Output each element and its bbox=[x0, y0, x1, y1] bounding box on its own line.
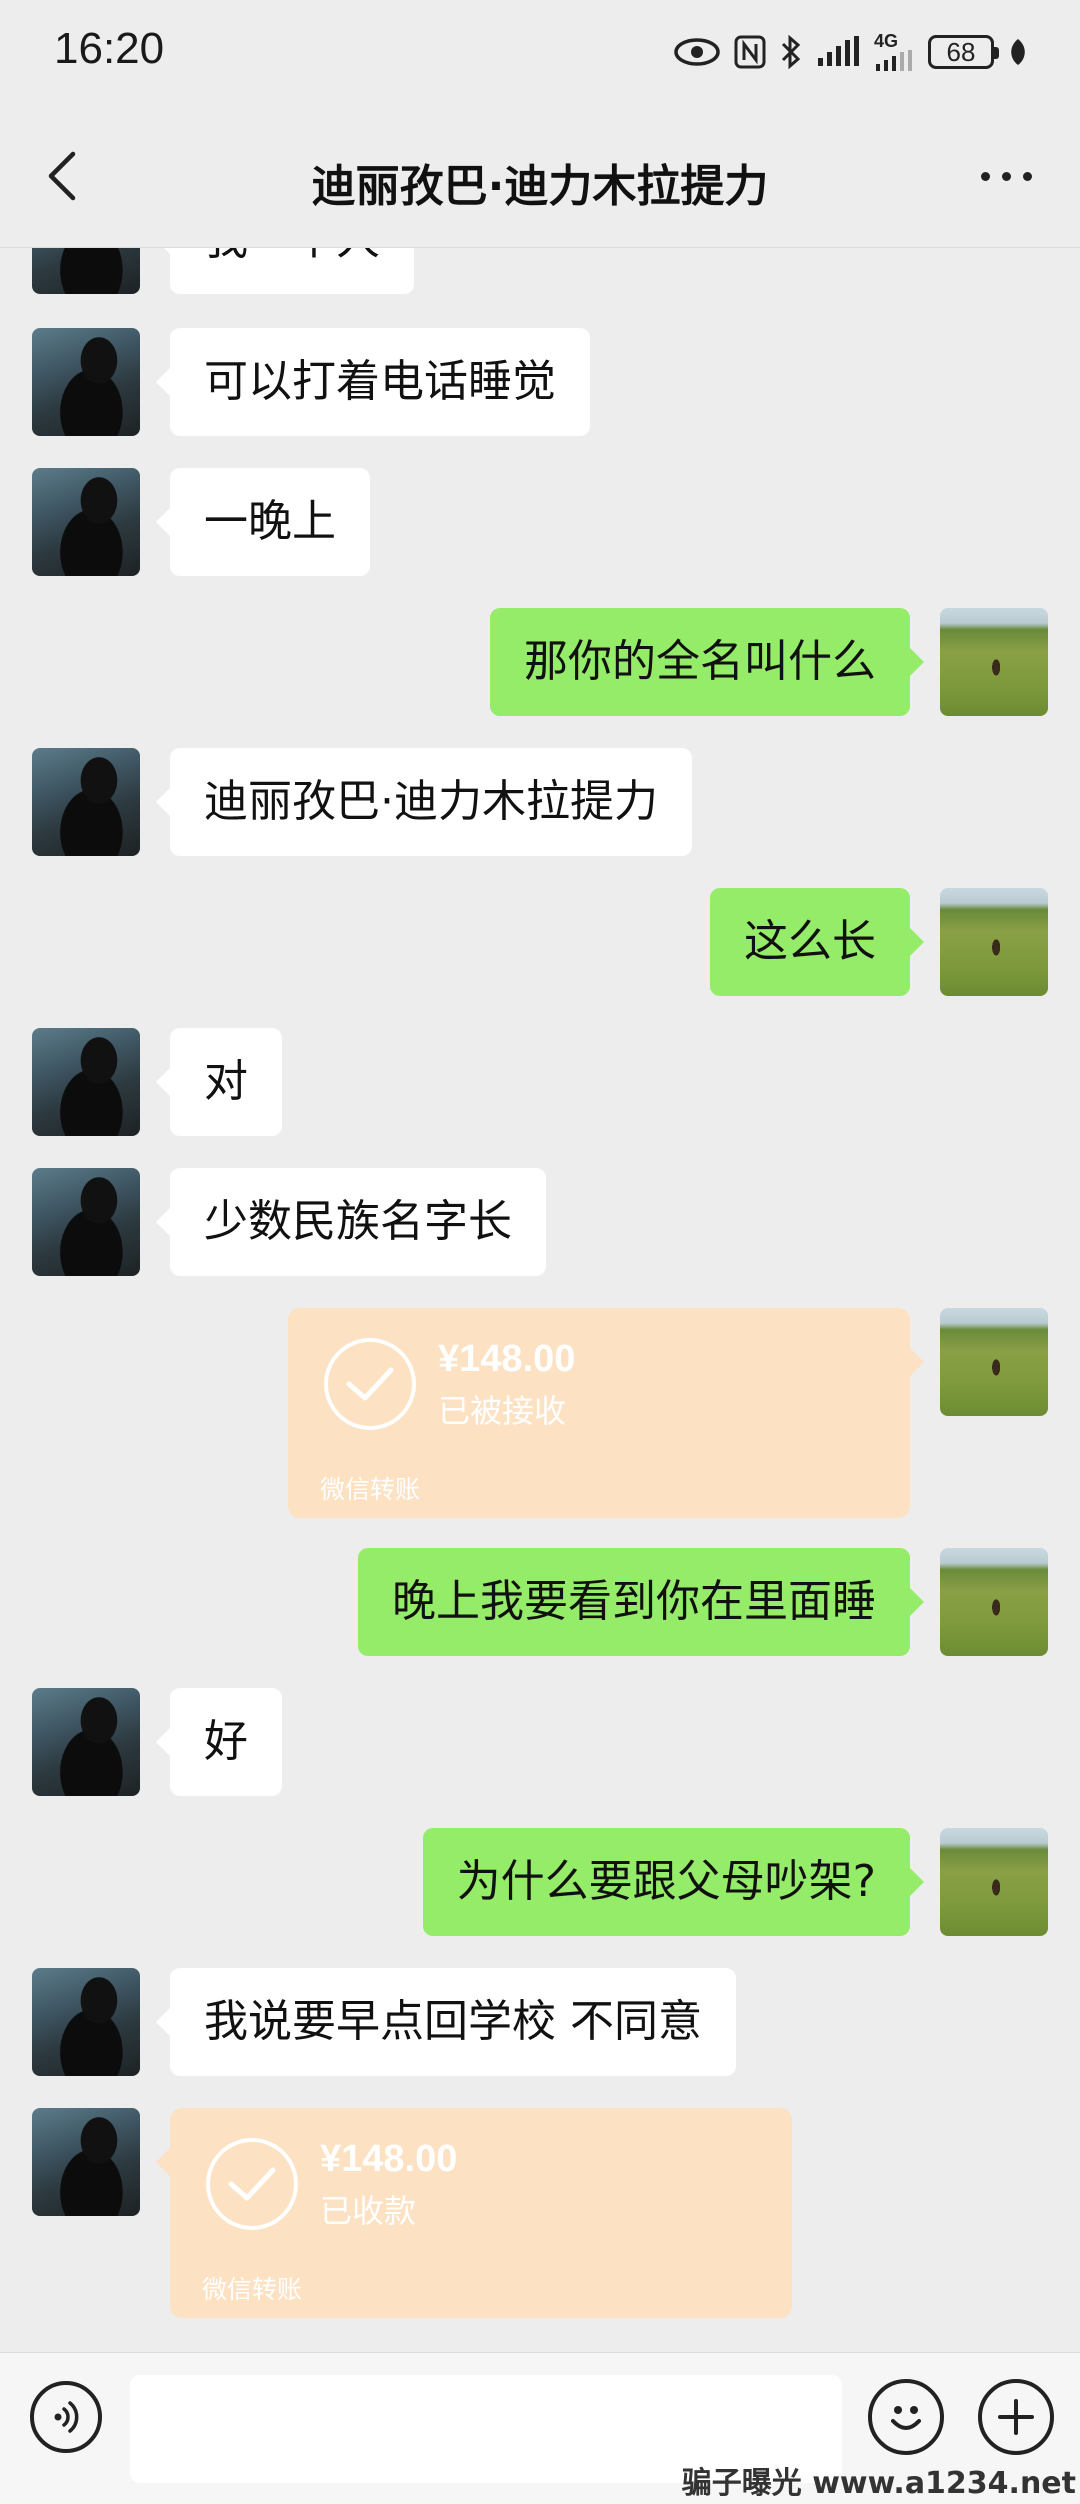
message-bubble[interactable]: 我一个人 bbox=[156, 248, 414, 294]
transfer-card[interactable]: ¥148.00 已收款 微信转账 bbox=[156, 2108, 792, 2318]
plus-icon bbox=[998, 2399, 1034, 2435]
message-bubble[interactable]: 好 bbox=[156, 1688, 282, 1796]
self-avatar[interactable] bbox=[940, 888, 1048, 996]
contact-avatar[interactable] bbox=[32, 1688, 140, 1796]
message-bubble[interactable]: 对 bbox=[156, 1028, 282, 1136]
network-label: 4G bbox=[874, 31, 899, 51]
message-bubble[interactable]: 迪丽孜巴·迪力木拉提力 bbox=[156, 748, 692, 856]
self-avatar[interactable] bbox=[940, 608, 1048, 716]
transfer-status: 已收款 bbox=[320, 2192, 417, 2230]
more-dots-icon bbox=[980, 171, 990, 181]
contact-avatar[interactable] bbox=[32, 328, 140, 436]
chat-title: 迪丽孜巴·迪力木拉提力 bbox=[311, 161, 769, 212]
battery-level: 68 bbox=[946, 36, 976, 67]
message-bubble[interactable]: 少数民族名字长 bbox=[156, 1168, 546, 1276]
input-bar: 骗子曝光 www.a1234.net bbox=[0, 2352, 1080, 2504]
transfer-label: 微信转账 bbox=[320, 1475, 421, 1504]
message-list[interactable]: 我一个人 可以打着电话睡觉 一晚上 那你的全名叫什么 迪丽孜巴·迪力木拉提力 这… bbox=[0, 248, 1080, 2352]
bluetooth-icon bbox=[780, 35, 802, 69]
transfer-amount: ¥148.00 bbox=[438, 1338, 576, 1380]
message-bubble[interactable]: 可以打着电话睡觉 bbox=[156, 328, 590, 436]
more-options-button[interactable] bbox=[968, 158, 1044, 194]
watermark: 骗子曝光 www.a1234.net bbox=[681, 2466, 1076, 2501]
transfer-label: 微信转账 bbox=[202, 2275, 303, 2304]
emoji-icon bbox=[891, 2406, 921, 2430]
chat-header: 迪丽孜巴·迪力木拉提力 bbox=[0, 104, 1080, 248]
voice-icon bbox=[54, 2401, 79, 2433]
check-circle-icon bbox=[324, 1338, 416, 1430]
message-bubble[interactable]: 那你的全名叫什么 bbox=[490, 608, 924, 716]
self-avatar[interactable] bbox=[940, 1548, 1048, 1656]
nfc-icon bbox=[734, 35, 766, 69]
status-icons: 4G 68 bbox=[674, 28, 1028, 76]
message-bubble[interactable]: 我说要早点回学校 不同意 bbox=[156, 1968, 736, 2076]
contact-avatar[interactable] bbox=[32, 2108, 140, 2216]
status-time: 16:20 bbox=[54, 24, 165, 73]
self-avatar[interactable] bbox=[940, 1308, 1048, 1416]
transfer-card[interactable]: ¥148.00 已被接收 微信转账 bbox=[288, 1308, 924, 1518]
check-circle-icon bbox=[206, 2138, 298, 2230]
message-bubble[interactable]: 这么长 bbox=[710, 888, 924, 996]
battery-icon: 68 bbox=[928, 35, 999, 69]
self-avatar[interactable] bbox=[940, 1828, 1048, 1936]
contact-avatar[interactable] bbox=[32, 1028, 140, 1136]
voice-button[interactable] bbox=[30, 2381, 102, 2453]
eye-icon bbox=[674, 37, 720, 67]
transfer-status: 已被接收 bbox=[438, 1392, 567, 1430]
contact-avatar[interactable] bbox=[32, 748, 140, 856]
message-bubble[interactable]: 晚上我要看到你在里面睡 bbox=[358, 1548, 924, 1656]
message-bubble[interactable]: 为什么要跟父母吵架? bbox=[422, 1828, 925, 1936]
status-bar: 16:20 4G 68 bbox=[0, 0, 1080, 104]
network-type-icon: 4G bbox=[874, 32, 914, 72]
leaf-icon bbox=[1008, 37, 1028, 67]
signal-icon bbox=[816, 36, 860, 68]
contact-avatar[interactable] bbox=[32, 1168, 140, 1276]
message-bubble[interactable]: 一晚上 bbox=[156, 468, 370, 576]
contact-avatar[interactable] bbox=[32, 1968, 140, 2076]
transfer-amount: ¥148.00 bbox=[320, 2138, 458, 2180]
contact-avatar[interactable] bbox=[32, 468, 140, 576]
plus-button[interactable] bbox=[978, 2379, 1054, 2455]
emoji-button[interactable] bbox=[868, 2379, 944, 2455]
contact-avatar[interactable] bbox=[32, 248, 140, 294]
